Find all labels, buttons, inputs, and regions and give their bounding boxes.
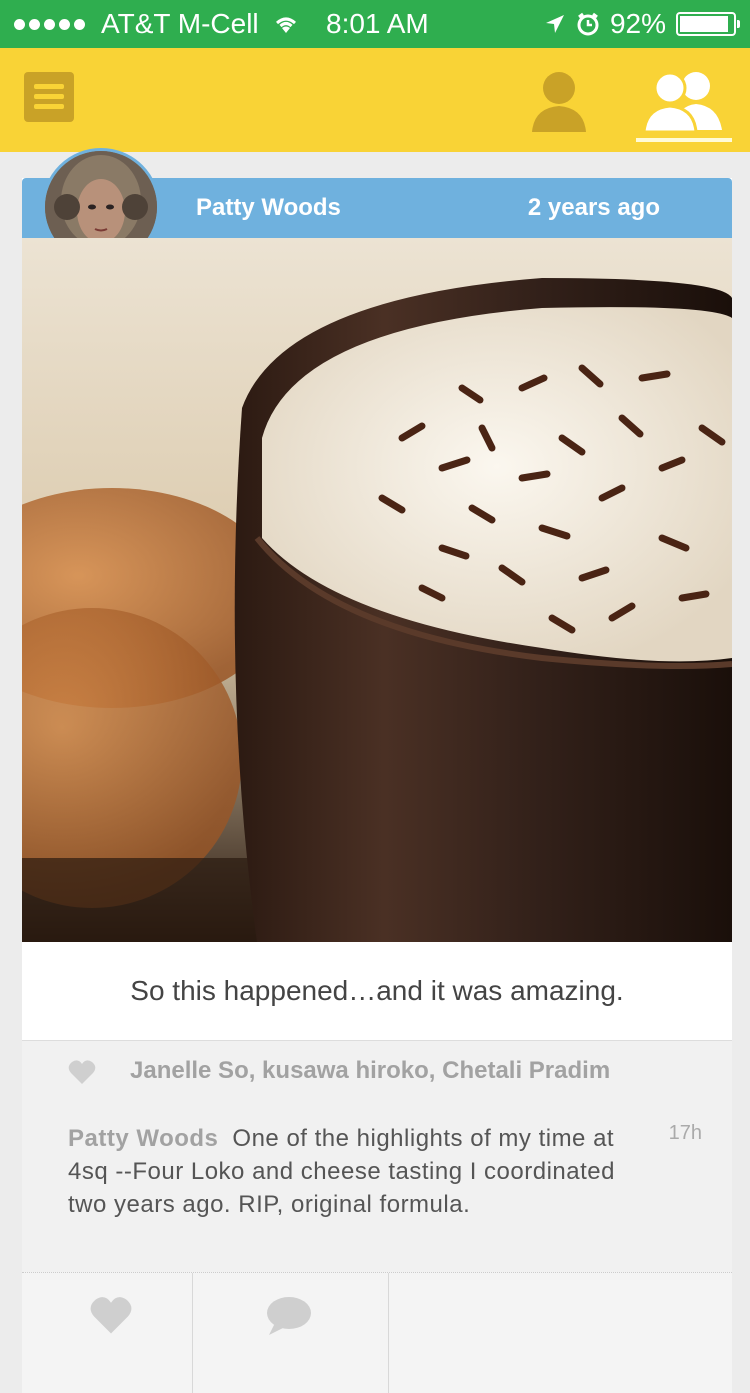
post-timestamp: 2 years ago (527, 194, 660, 221)
likes-bar: Janelle So, kusawa hiroko, Chetali Pradi… (22, 1040, 732, 1104)
comment: Patty Woods One of the highlights of my t… (22, 1102, 732, 1272)
post-photo[interactable] (22, 238, 732, 942)
post-card: Patty Woods 2 years ago So this happened… (22, 148, 732, 1393)
post-actions (22, 1272, 732, 1393)
menu-button[interactable] (24, 72, 74, 122)
battery-percent: 92% (609, 8, 666, 39)
alarm-clock-icon (577, 12, 599, 36)
likers-list[interactable]: Janelle So, kusawa hiroko, Chetali Pradi… (130, 1057, 610, 1085)
people-icon (642, 71, 722, 134)
heart-icon[interactable] (68, 1059, 96, 1085)
action-divider (388, 1273, 389, 1393)
comment-body: Patty Woods One of the highlights of my t… (68, 1122, 628, 1221)
comment-button[interactable] (193, 1273, 388, 1393)
battery-icon (676, 12, 740, 36)
signal-dots-icon (14, 18, 89, 30)
like-button[interactable] (22, 1273, 192, 1393)
app-header (0, 48, 750, 152)
carrier-label: AT&T M-Cell (101, 8, 259, 39)
comment-bubble-icon (267, 1297, 311, 1335)
status-bar: AT&T M-Cell 8:01 AM 92% (0, 0, 750, 48)
comment-timestamp: 17h (668, 1122, 702, 1144)
selected-tab-indicator (636, 138, 732, 142)
tab-profile[interactable] (524, 66, 594, 134)
post-caption: So this happened…and it was amazing. (130, 975, 624, 1006)
heart-icon (90, 1297, 132, 1334)
person-icon (532, 72, 586, 132)
comment-author[interactable]: Patty Woods (68, 1125, 218, 1152)
post-author-name[interactable]: Patty Woods (196, 194, 341, 222)
tab-friends[interactable] (636, 66, 732, 134)
wifi-icon (275, 17, 296, 33)
location-arrow-icon (545, 15, 564, 33)
clock: 8:01 AM (326, 8, 429, 39)
